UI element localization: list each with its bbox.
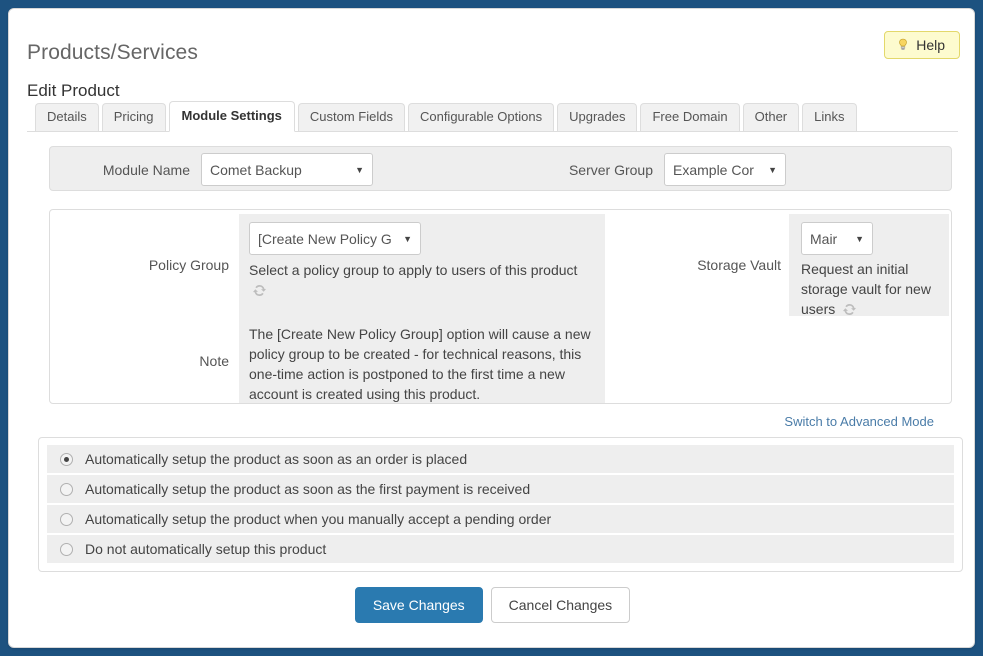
policy-group-helper: Select a policy group to apply to users … bbox=[249, 260, 595, 300]
tab-free-domain[interactable]: Free Domain bbox=[640, 103, 740, 131]
tab-upgrades[interactable]: Upgrades bbox=[557, 103, 638, 131]
chevron-down-icon: ▼ bbox=[403, 233, 412, 244]
refresh-icon[interactable] bbox=[842, 302, 857, 317]
tab-custom-fields[interactable]: Custom Fields bbox=[297, 103, 405, 131]
switch-to-advanced-mode-link[interactable]: Switch to Advanced Mode bbox=[784, 414, 934, 429]
server-group-value: Example Cor bbox=[673, 161, 754, 178]
section-subtitle: Edit Product bbox=[27, 81, 120, 101]
setup-option-label: Automatically setup the product when you… bbox=[85, 511, 552, 527]
setup-option-label: Automatically setup the product as soon … bbox=[85, 481, 531, 497]
setup-options-panel: Automatically setup the product as soon … bbox=[38, 437, 963, 572]
tab-links[interactable]: Links bbox=[802, 103, 857, 131]
note-row: Note The [Create New Policy Group] optio… bbox=[54, 316, 605, 403]
chevron-down-icon: ▼ bbox=[855, 233, 864, 244]
tab-configurable-options[interactable]: Configurable Options bbox=[407, 103, 555, 131]
module-name-value: Comet Backup bbox=[210, 161, 302, 178]
policy-group-helper-text: Select a policy group to apply to users … bbox=[249, 262, 578, 278]
setup-option-label: Do not automatically setup this product bbox=[85, 541, 327, 557]
setup-option-row[interactable]: Automatically setup the product as soon … bbox=[47, 475, 954, 503]
server-group-select[interactable]: Example Cor ▼ bbox=[664, 153, 786, 186]
setup-option-row[interactable]: Automatically setup the product when you… bbox=[47, 505, 954, 533]
policy-group-label: Policy Group bbox=[54, 214, 239, 316]
tab-pricing[interactable]: Pricing bbox=[101, 103, 166, 131]
setup-option-radio[interactable] bbox=[60, 512, 73, 526]
policy-group-select[interactable]: [Create New Policy G ▼ bbox=[249, 222, 421, 255]
note-text: The [Create New Policy Group] option wil… bbox=[239, 316, 605, 403]
setup-option-row[interactable]: Do not automatically setup this product bbox=[47, 535, 954, 563]
storage-vault-helper-text: Request an initial storage vault for new… bbox=[801, 261, 931, 317]
storage-vault-value: Mair bbox=[810, 230, 838, 247]
module-name-select[interactable]: Comet Backup ▼ bbox=[201, 153, 373, 186]
tab-other[interactable]: Other bbox=[742, 103, 800, 131]
tab-details[interactable]: Details bbox=[35, 103, 99, 131]
setup-option-radio[interactable] bbox=[60, 482, 73, 496]
server-group-label: Server Group bbox=[568, 161, 653, 178]
refresh-icon[interactable] bbox=[252, 283, 267, 298]
storage-vault-row: Storage Vault Mair ▼ Request an initial … bbox=[605, 214, 949, 319]
setup-option-row[interactable]: Automatically setup the product as soon … bbox=[47, 445, 954, 473]
module-selection-panel: Module Name Comet Backup ▼ Server Group … bbox=[49, 146, 952, 191]
tab-bar: Details Pricing Module Settings Custom Fiel… bbox=[27, 101, 958, 132]
setup-option-radio[interactable] bbox=[60, 452, 73, 466]
module-fields-panel: Policy Group [Create New Policy G ▼ Sele… bbox=[49, 209, 952, 404]
save-changes-button[interactable]: Save Changes bbox=[354, 587, 483, 623]
help-button[interactable]: Help bbox=[884, 31, 960, 59]
policy-group-value-cell: [Create New Policy G ▼ Select a policy g… bbox=[239, 214, 605, 316]
note-label: Note bbox=[54, 316, 239, 403]
setup-option-label: Automatically setup the product as soon … bbox=[85, 451, 468, 467]
help-button-label: Help bbox=[916, 37, 945, 53]
setup-option-radio[interactable] bbox=[60, 542, 73, 556]
policy-group-row: Policy Group [Create New Policy G ▼ Sele… bbox=[54, 214, 605, 316]
tab-module-settings[interactable]: Module Settings bbox=[168, 101, 295, 132]
lightbulb-icon bbox=[896, 38, 910, 52]
chevron-down-icon: ▼ bbox=[768, 164, 777, 175]
storage-vault-value-cell: Mair ▼ Request an initial storage vault … bbox=[789, 214, 949, 319]
chevron-down-icon: ▼ bbox=[355, 164, 364, 175]
footer-actions: Save Changes Cancel Changes bbox=[9, 587, 974, 623]
module-name-label: Module Name bbox=[102, 161, 190, 178]
policy-group-value: [Create New Policy G bbox=[258, 230, 392, 247]
cancel-changes-button[interactable]: Cancel Changes bbox=[490, 587, 631, 623]
main-card: Products/Services Help Edit Product Deta… bbox=[8, 8, 975, 648]
storage-vault-select[interactable]: Mair ▼ bbox=[801, 222, 873, 255]
storage-vault-helper: Request an initial storage vault for new… bbox=[801, 259, 939, 319]
page-title: Products/Services bbox=[27, 41, 198, 65]
storage-vault-label: Storage Vault bbox=[689, 214, 789, 316]
